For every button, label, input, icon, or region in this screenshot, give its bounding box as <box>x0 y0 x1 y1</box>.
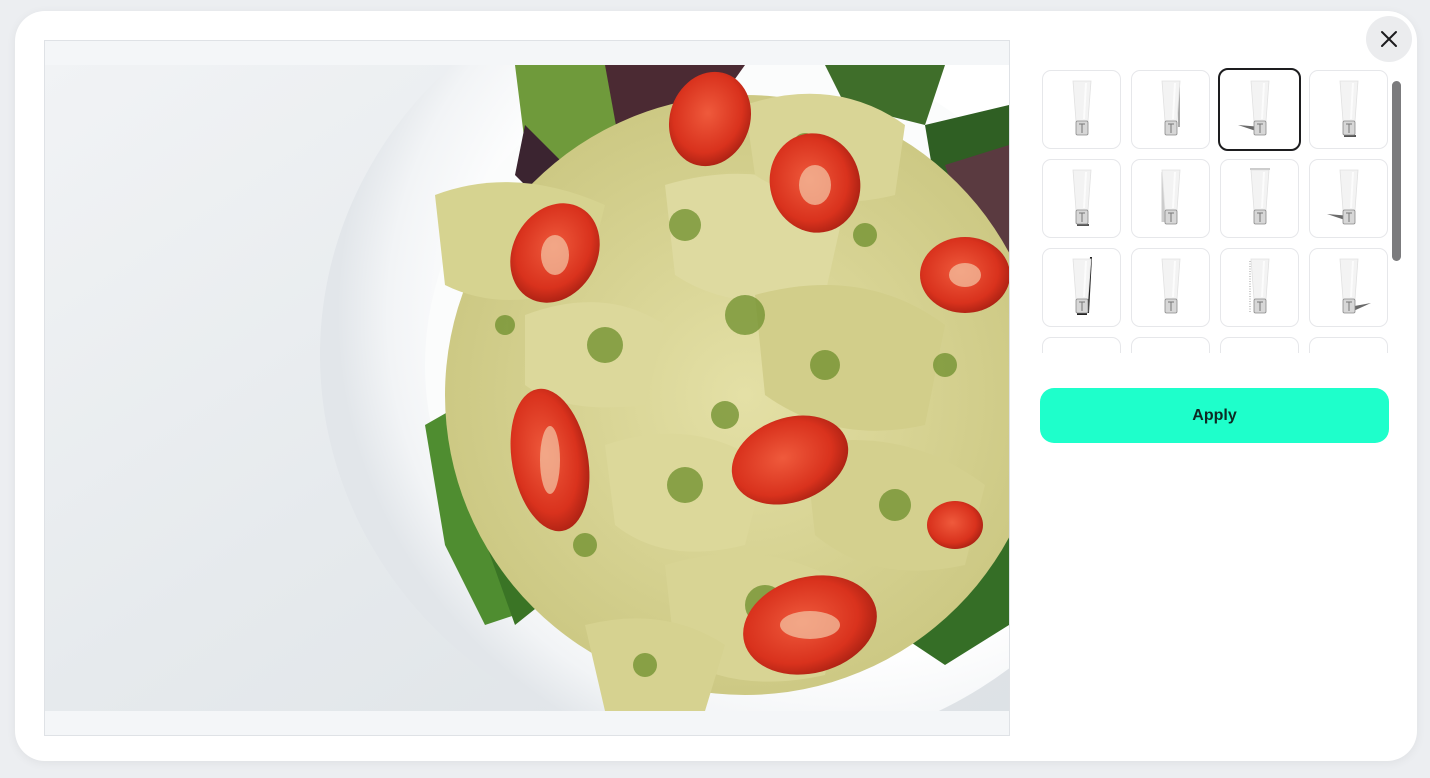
image-canvas <box>44 40 1010 736</box>
apply-button[interactable]: Apply <box>1040 388 1389 443</box>
tube-product-icon <box>1319 344 1379 354</box>
pasta-photo <box>45 65 1009 711</box>
tube-product-icon <box>1161 80 1180 135</box>
thumbnail-option[interactable] <box>1131 159 1210 238</box>
tube-product-icon <box>1326 169 1358 224</box>
image-editor-dialog: Apply <box>15 11 1417 761</box>
thumbnail-option[interactable] <box>1042 248 1121 327</box>
tube-product-icon <box>1249 258 1269 313</box>
tube-product-icon <box>1072 80 1091 135</box>
thumbnail-option[interactable] <box>1131 70 1210 149</box>
close-button[interactable] <box>1366 16 1412 62</box>
thumbnail-option[interactable] <box>1309 70 1388 149</box>
tube-product-icon <box>1249 167 1270 224</box>
tube-product-icon <box>1339 80 1358 137</box>
tube-product-icon <box>1339 258 1371 313</box>
tube-product-icon <box>1161 258 1180 313</box>
tube-product-icon <box>1161 169 1180 224</box>
thumbnail-option[interactable] <box>1042 337 1121 353</box>
thumbnail-grid <box>1040 66 1390 353</box>
thumbnail-option[interactable] <box>1042 159 1121 238</box>
thumbnail-option[interactable] <box>1131 248 1210 327</box>
thumbnail-option[interactable] <box>1131 337 1210 353</box>
scrollbar-thumb[interactable] <box>1392 81 1401 261</box>
thumbnail-option[interactable] <box>1220 159 1299 238</box>
thumbnail-option[interactable] <box>1309 337 1388 353</box>
close-icon <box>1381 31 1397 47</box>
tube-product-icon <box>1052 344 1112 354</box>
tube-product-icon <box>1141 344 1201 354</box>
thumbnail-option[interactable] <box>1220 337 1299 353</box>
tube-product-icon <box>1237 80 1269 135</box>
thumbnail-option[interactable] <box>1220 248 1299 327</box>
thumbnail-option[interactable] <box>1309 159 1388 238</box>
tube-product-icon <box>1072 256 1092 315</box>
tube-product-icon <box>1230 344 1290 354</box>
thumbnail-option[interactable] <box>1309 248 1388 327</box>
thumbnail-scroll-area[interactable] <box>1040 66 1390 353</box>
thumbnail-option[interactable] <box>1218 68 1301 151</box>
tube-product-icon <box>1072 169 1091 226</box>
product-photo <box>45 65 1009 711</box>
thumbnail-option[interactable] <box>1042 70 1121 149</box>
